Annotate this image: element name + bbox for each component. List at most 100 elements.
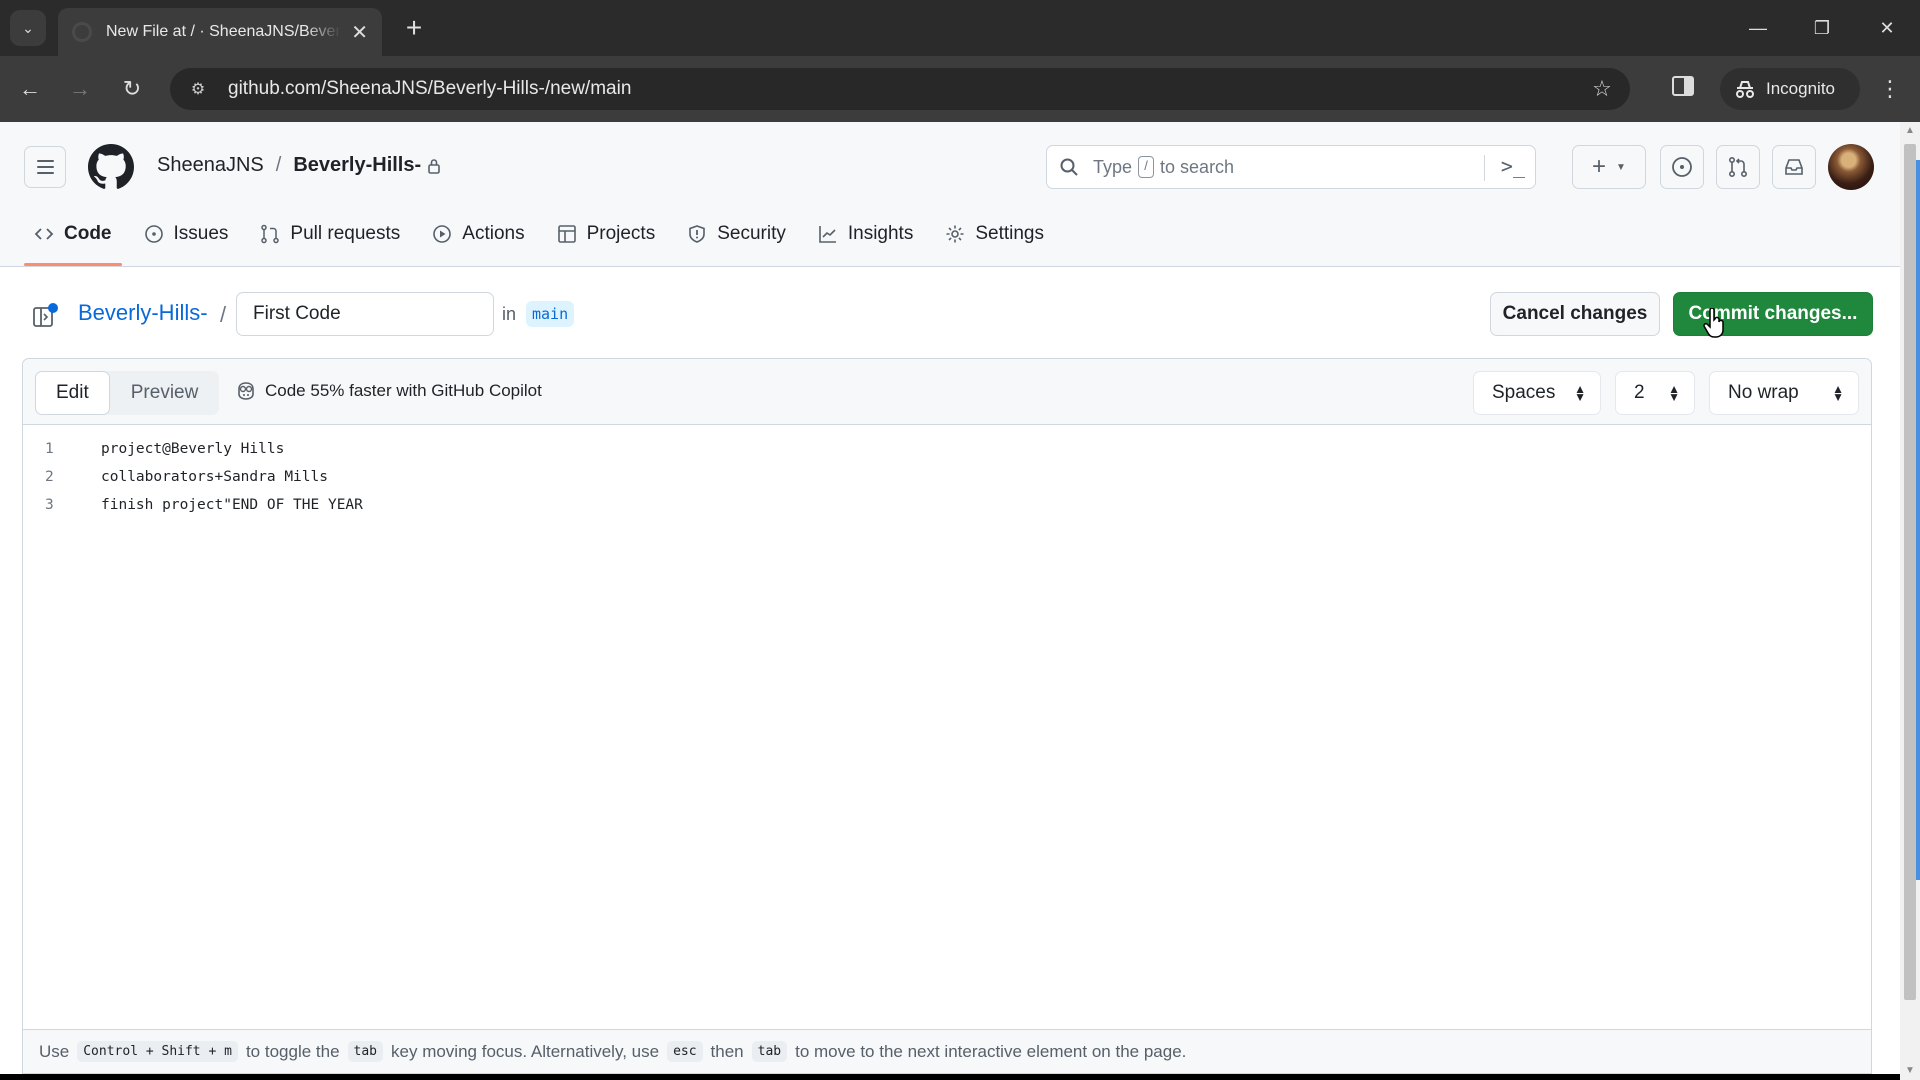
address-bar[interactable]: ⚙ github.com/SheenaJNS/Beverly-Hills-/ne…	[170, 68, 1630, 110]
restore-button[interactable]: ❐	[1799, 10, 1845, 46]
code-area[interactable]: 1 project@Beverly Hills 2 collaborators+…	[23, 435, 1871, 519]
tab-title: New File at / · SheenaJNS/Beverly-Hills-	[106, 23, 341, 40]
select-arrows-icon: ▲ ▼	[1668, 382, 1680, 404]
github-logo-icon[interactable]	[88, 144, 134, 190]
arrow-left-icon: ←	[19, 76, 41, 101]
scrollbar-thumb[interactable]	[1904, 144, 1916, 1000]
issue-icon	[1672, 157, 1692, 177]
filename-input[interactable]	[236, 292, 494, 336]
tab-actions-label: Actions	[462, 223, 525, 244]
tab-projects[interactable]: Projects	[547, 215, 666, 253]
tab-actions[interactable]: Actions	[422, 215, 534, 253]
github-header: SheenaJNS / Beverly-Hills- Type / to sea…	[0, 122, 1900, 267]
tab-settings[interactable]: Settings	[935, 215, 1054, 253]
pull-request-icon	[1728, 156, 1748, 178]
code-icon	[34, 228, 54, 240]
line-number: 1	[45, 441, 54, 457]
editor-toolbar: Edit Preview Code 55% faster with GitHub…	[23, 359, 1871, 425]
reload-button[interactable]: ↻	[116, 73, 148, 105]
search-divider	[1484, 155, 1485, 181]
incognito-badge[interactable]: Incognito	[1720, 68, 1860, 110]
hint-key: Control + Shift + m	[77, 1041, 238, 1062]
close-tab-icon[interactable]: ✕	[351, 20, 368, 45]
shield-icon	[689, 225, 706, 243]
browser-menu-button[interactable]: ⋮	[1876, 73, 1904, 105]
hint-key: tab	[347, 1041, 384, 1062]
pull-requests-button[interactable]	[1716, 145, 1760, 189]
hamburger-menu-button[interactable]	[24, 146, 66, 188]
search-placeholder: Type / to search	[1093, 156, 1234, 178]
inbox-button[interactable]	[1772, 145, 1816, 189]
table-icon	[557, 225, 576, 243]
back-button[interactable]: ←	[14, 73, 46, 105]
edit-tab[interactable]: Edit	[35, 371, 110, 415]
cancel-changes-button[interactable]: Cancel changes	[1490, 292, 1660, 336]
minimize-icon: —	[1749, 17, 1767, 38]
forward-button[interactable]: →	[64, 73, 96, 105]
scroll-up-icon[interactable]: ▲	[1900, 122, 1920, 140]
tab-security-label: Security	[717, 223, 786, 244]
hint-key: esc	[667, 1041, 703, 1062]
tab-list-button[interactable]: ⌄	[10, 10, 46, 46]
browser-tab[interactable]: New File at / · SheenaJNS/Beverly-Hills-…	[58, 8, 382, 56]
code-line[interactable]: 2 collaborators+Sandra Mills	[23, 463, 1871, 491]
file-name-bar: Beverly-Hills- / in main Cancel changes …	[0, 290, 1900, 340]
wrap-mode-select[interactable]: No wrap ▲ ▼	[1709, 371, 1859, 415]
incognito-label: Incognito	[1766, 79, 1835, 98]
indent-size-select[interactable]: 2 ▲ ▼	[1615, 371, 1695, 415]
create-new-button[interactable]: + ▼	[1572, 145, 1646, 189]
edit-preview-toggle: Edit Preview	[35, 371, 220, 415]
file-tree-toggle-icon[interactable]	[32, 302, 60, 330]
tab-pull-requests[interactable]: Pull requests	[250, 215, 410, 253]
preview-tab[interactable]: Preview	[110, 371, 220, 415]
line-text[interactable]: project@Beverly Hills	[81, 441, 284, 457]
copilot-icon	[238, 382, 254, 400]
tab-insights[interactable]: Insights	[808, 215, 923, 253]
in-label: in	[502, 304, 517, 324]
star-icon[interactable]: ☆	[1582, 76, 1622, 102]
branch-badge: main	[526, 301, 575, 327]
scroll-down-icon[interactable]: ▼	[1900, 1062, 1920, 1080]
owner-link[interactable]: SheenaJNS	[157, 154, 264, 177]
url-text[interactable]: github.com/SheenaJNS/Beverly-Hills-/new/…	[228, 78, 1582, 100]
tab-code[interactable]: Code	[24, 215, 122, 266]
code-line[interactable]: 3 finish project"END OF THE YEAR	[23, 491, 1871, 519]
tab-issues[interactable]: Issues	[134, 215, 239, 253]
search-placeholder-end: to search	[1160, 156, 1235, 177]
copilot-promo-text: Code 55% faster with GitHub Copilot	[265, 381, 542, 400]
search-input[interactable]: Type / to search >_	[1046, 145, 1536, 189]
select-arrows-icon: ▲ ▼	[1574, 382, 1586, 404]
close-window-button[interactable]: ✕	[1864, 10, 1910, 46]
side-panel-icon[interactable]	[1672, 76, 1694, 96]
repo-link[interactable]: Beverly-Hills-	[293, 154, 421, 177]
incognito-icon	[1736, 81, 1754, 98]
line-text[interactable]: finish project"END OF THE YEAR	[81, 497, 363, 513]
path-separator: /	[220, 302, 227, 327]
indent-mode-select[interactable]: Spaces ▲ ▼	[1473, 371, 1601, 415]
close-icon: ✕	[1879, 17, 1895, 38]
avatar[interactable]	[1828, 144, 1874, 190]
copilot-promo-link[interactable]: Code 55% faster with GitHub Copilot	[235, 381, 542, 401]
line-text[interactable]: collaborators+Sandra Mills	[81, 469, 328, 485]
wrap-mode-value: No wrap	[1728, 382, 1799, 403]
window-edge-strip	[1916, 160, 1920, 880]
breadcrumb-separator: /	[275, 154, 282, 176]
new-tab-button[interactable]: +	[398, 12, 430, 44]
issues-button[interactable]	[1660, 145, 1704, 189]
browser-toolbar: ← → ↻ ⚙ github.com/SheenaJNS/Beverly-Hil…	[0, 56, 1920, 122]
site-info-icon[interactable]: ⚙	[178, 79, 218, 99]
plus-icon: +	[1592, 153, 1607, 180]
minimize-button[interactable]: —	[1735, 10, 1781, 46]
command-palette-icon[interactable]: >_	[1501, 154, 1525, 178]
tab-code-label: Code	[64, 223, 112, 244]
hint-text: to move to the next interactive element …	[795, 1041, 1187, 1061]
search-placeholder-start: Type	[1093, 156, 1133, 177]
tab-pull-requests-label: Pull requests	[290, 223, 401, 244]
tab-security[interactable]: Security	[677, 215, 796, 253]
repo-breadcrumb-link[interactable]: Beverly-Hills-	[78, 300, 208, 326]
hint-text: then	[710, 1041, 744, 1061]
chevron-down-icon: ⌄	[22, 19, 34, 36]
pointer-hand-cursor-icon	[1703, 308, 1724, 338]
reload-icon: ↻	[122, 76, 142, 101]
code-line[interactable]: 1 project@Beverly Hills	[23, 435, 1871, 463]
